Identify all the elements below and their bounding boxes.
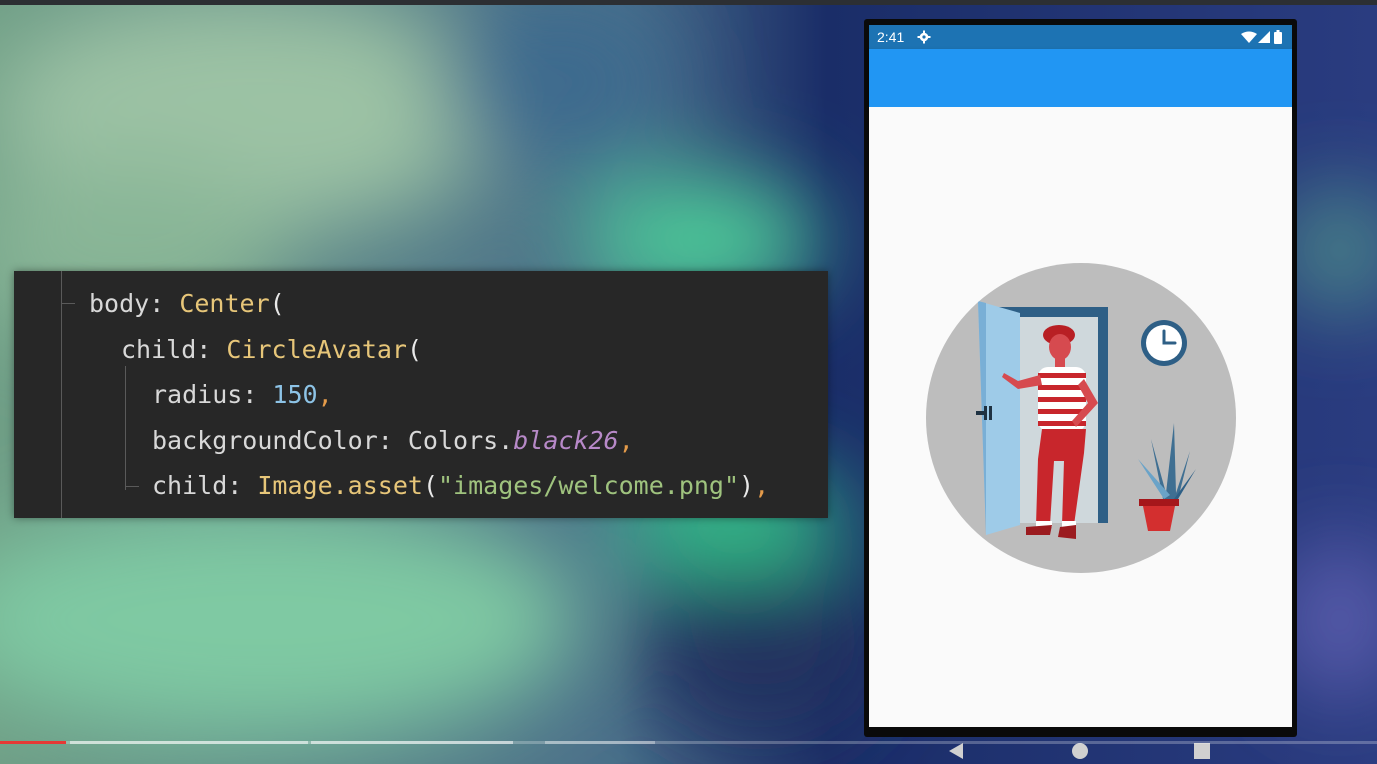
video-progress-played[interactable] <box>0 741 67 744</box>
code-token: body: <box>89 289 180 318</box>
plant-icon <box>1138 423 1196 531</box>
code-token: radius: <box>152 380 273 409</box>
code-token: ( <box>269 289 285 318</box>
code-token: ( <box>422 471 438 500</box>
wifi-icon <box>1241 31 1257 43</box>
recents-icon[interactable] <box>1194 743 1210 759</box>
circle-avatar <box>926 263 1236 573</box>
code-token: , <box>754 471 770 500</box>
status-time: 2:41 <box>877 29 905 45</box>
phone-emulator: 2:41 <box>864 19 1297 737</box>
code-line-2: child: CircleAvatar( <box>121 330 422 370</box>
welcome-illustration <box>976 301 1196 539</box>
code-token: child: <box>121 335 227 364</box>
battery-icon <box>1274 30 1282 44</box>
code-token: black26 <box>513 426 619 455</box>
status-bar: 2:41 <box>869 25 1292 49</box>
code-token: backgroundColor: Colors. <box>152 426 514 455</box>
code-token: ) <box>739 471 755 500</box>
code-token: child: <box>152 471 258 500</box>
code-token: "images/welcome.png" <box>438 471 740 500</box>
app-bar <box>869 49 1292 107</box>
top-edge <box>0 0 1377 5</box>
app-body <box>869 107 1292 727</box>
code-line-5: child: Image.asset("images/welcome.png")… <box>152 466 769 506</box>
indent-guide <box>125 366 126 490</box>
indent-guide <box>61 271 62 518</box>
code-snippet-panel: body: Center( child: CircleAvatar( radiu… <box>14 271 828 518</box>
home-icon[interactable] <box>1071 742 1089 760</box>
code-token: Image.asset <box>257 471 423 500</box>
code-line-3: radius: 150, <box>152 375 333 415</box>
code-line-1: body: Center( <box>89 284 285 324</box>
code-token: CircleAvatar <box>226 335 407 364</box>
tree-connector <box>61 303 75 304</box>
code-token: 150 <box>272 380 318 409</box>
code-token: , <box>618 426 634 455</box>
code-token: ( <box>406 335 423 364</box>
back-icon[interactable] <box>947 742 965 760</box>
code-token: Center <box>179 289 270 318</box>
signal-icon <box>1258 31 1270 43</box>
tree-connector <box>125 486 139 487</box>
chapter-segment[interactable] <box>545 741 655 744</box>
code-token: , <box>317 380 333 409</box>
clock-icon <box>1141 320 1187 366</box>
chapter-segment[interactable] <box>311 741 513 744</box>
gear-icon <box>917 30 931 44</box>
chapter-segment[interactable] <box>70 741 308 744</box>
code-line-4: backgroundColor: Colors.black26, <box>152 421 634 461</box>
